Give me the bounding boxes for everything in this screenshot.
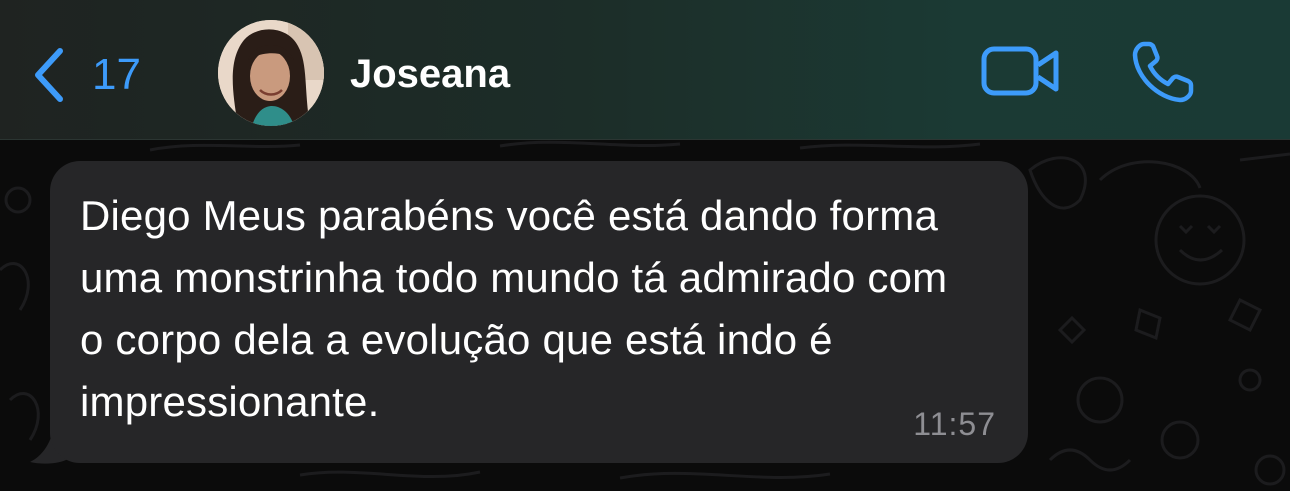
back-button[interactable]: 17 xyxy=(30,40,141,110)
contact-name[interactable]: Joseana xyxy=(350,52,510,96)
phone-icon xyxy=(1130,41,1196,108)
message-text: Diego Meus parabéns você está dando form… xyxy=(80,192,948,425)
unread-count: 17 xyxy=(92,50,141,99)
voice-call-button[interactable] xyxy=(1130,40,1196,109)
video-call-button[interactable] xyxy=(980,44,1062,103)
chevron-left-icon xyxy=(30,47,66,103)
video-camera-icon xyxy=(980,46,1062,102)
message-timestamp: 11:57 xyxy=(913,406,996,442)
chat-area[interactable]: Diego Meus parabéns você está dando form… xyxy=(0,140,1290,491)
avatar[interactable] xyxy=(218,20,324,126)
message-bubble[interactable]: Diego Meus parabéns você está dando form… xyxy=(50,161,1028,463)
chat-header: 17 Joseana xyxy=(0,0,1290,140)
